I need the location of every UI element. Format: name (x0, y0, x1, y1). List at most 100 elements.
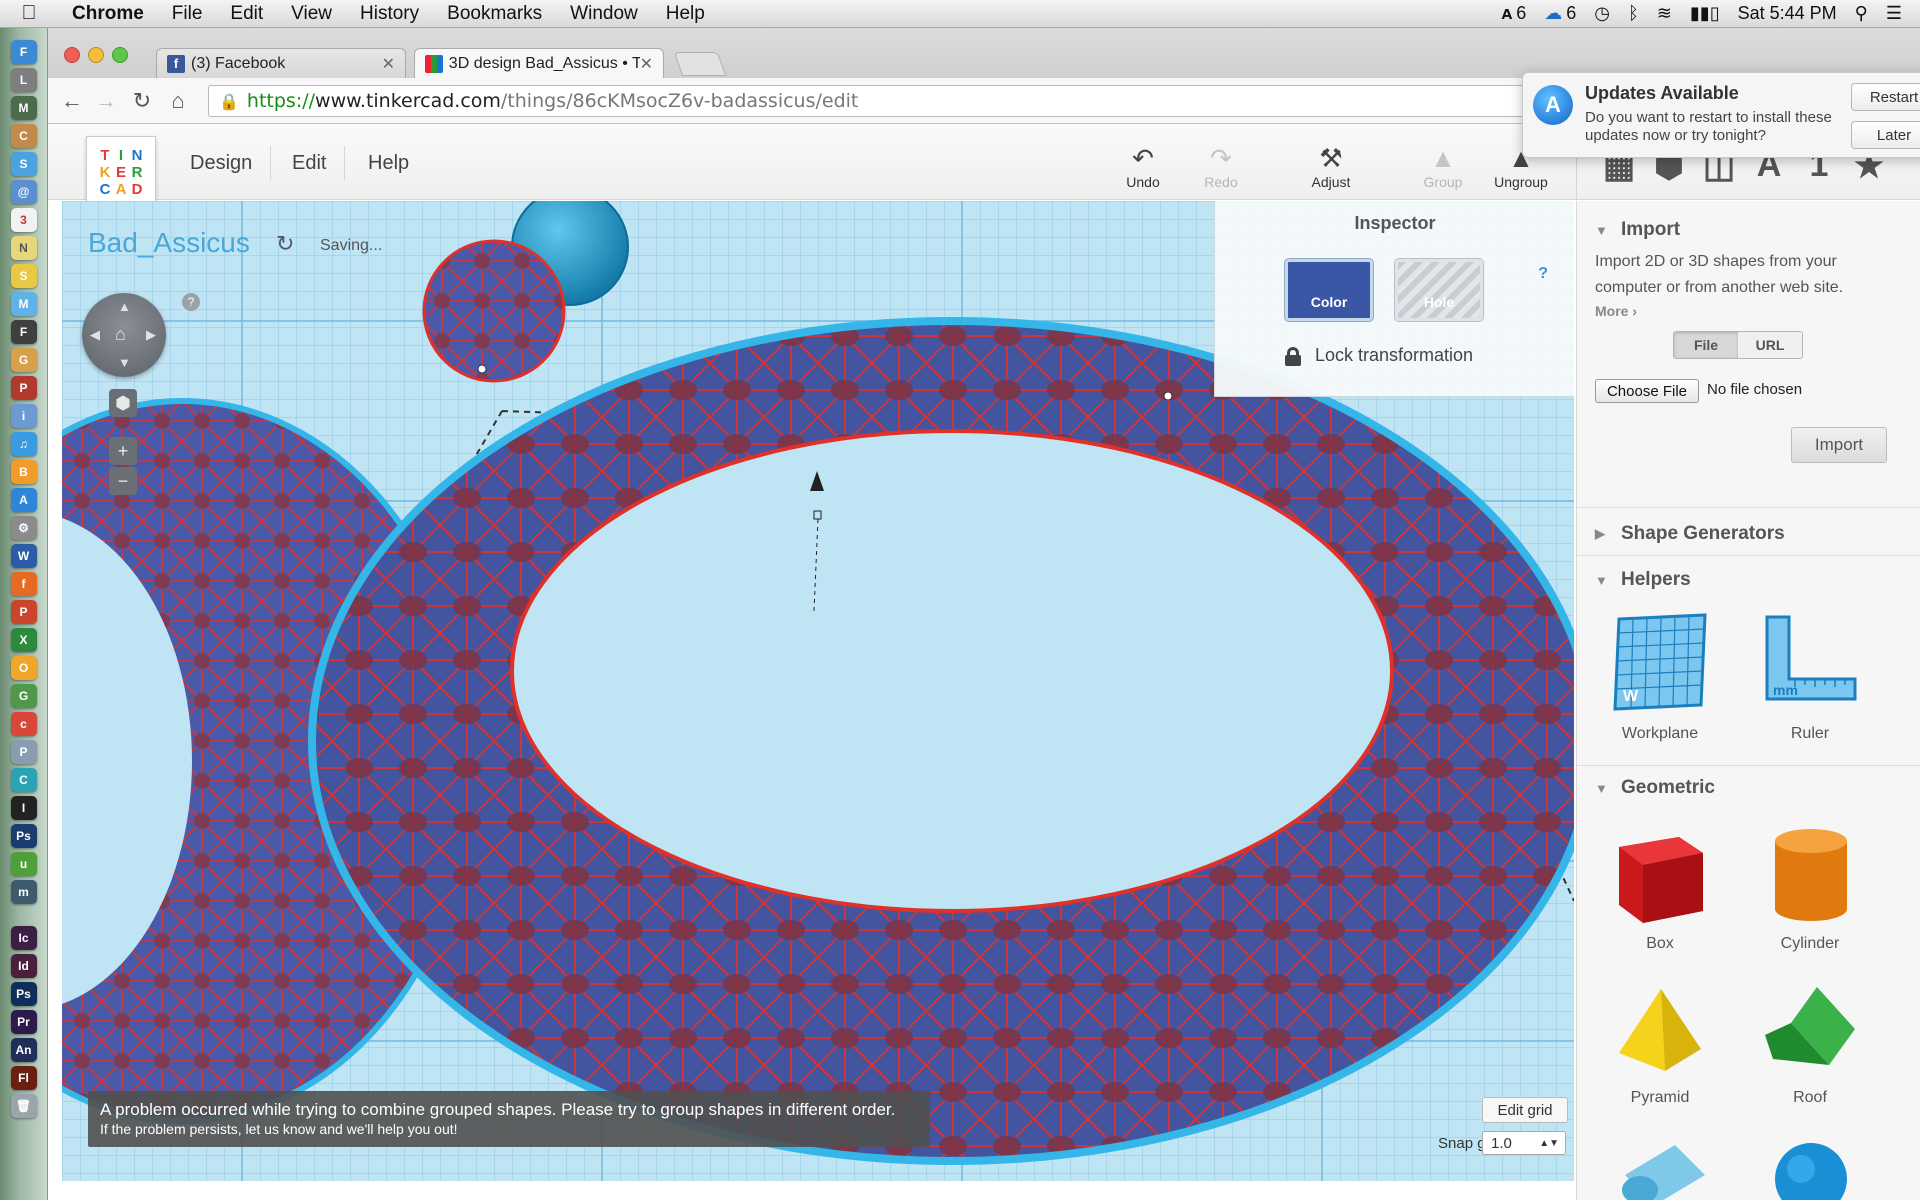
box-shape[interactable]: Box (1595, 819, 1725, 953)
close-tab-icon[interactable]: ✕ (640, 54, 653, 74)
activity-monitor-icon[interactable]: m (10, 880, 37, 904)
utorrent-icon[interactable]: u (10, 852, 37, 876)
orbit-right-icon[interactable]: ▶ (146, 327, 156, 343)
trash-icon[interactable]: 🗑 (10, 1094, 37, 1118)
close-window-button[interactable] (64, 47, 80, 63)
powerpoint-icon[interactable]: P (10, 600, 37, 624)
stickies-icon[interactable]: S (10, 264, 37, 288)
back-icon[interactable]: ← (58, 88, 86, 114)
time-machine-icon[interactable]: ◷ (1594, 3, 1610, 24)
pyramid-shape[interactable]: Pyramid (1595, 983, 1725, 1107)
orbit-left-icon[interactable]: ◀ (90, 327, 100, 343)
menu-edit-app[interactable]: Edit (274, 146, 346, 180)
import-button[interactable]: Import (1791, 427, 1887, 463)
tab-facebook[interactable]: f (3) Facebook ✕ (156, 48, 406, 78)
geometric-section-header[interactable]: ▼ Geometric (1595, 777, 1715, 799)
incopy-icon[interactable]: Ic (10, 926, 37, 950)
redo-button[interactable]: ↷ Redo (1186, 142, 1256, 190)
creative-cloud-status[interactable]: ☁ 6 (1544, 3, 1576, 24)
firefox-icon[interactable]: f (10, 572, 37, 596)
lock-transformation-toggle[interactable]: Lock transformation (1285, 345, 1473, 366)
iphoto-icon[interactable]: i (10, 404, 37, 428)
home-view-icon[interactable]: ⌂ (115, 324, 126, 345)
import-section-header[interactable]: ▼ Import (1595, 219, 1680, 241)
zoom-window-button[interactable] (112, 47, 128, 63)
menu-design[interactable]: Design (172, 146, 272, 180)
undo-button[interactable]: ↶ Undo (1108, 142, 1178, 190)
url-toggle-button[interactable]: URL (1738, 332, 1802, 358)
photoshop-icon[interactable]: Ps (10, 824, 37, 848)
word-icon[interactable]: W (10, 544, 37, 568)
import-more-link[interactable]: More › (1595, 303, 1637, 319)
spotlight-search-icon[interactable]: ⚲ (1855, 3, 1868, 24)
edit-grid-button[interactable]: Edit grid (1482, 1097, 1568, 1123)
choose-file-button[interactable]: Choose File (1595, 379, 1699, 403)
messages-icon[interactable]: M (10, 292, 37, 316)
menu-bookmarks[interactable]: Bookmarks (433, 0, 556, 28)
color-swatch-button[interactable]: Color (1285, 259, 1373, 321)
orbit-down-icon[interactable]: ▼ (118, 355, 131, 370)
facetime-icon[interactable]: F (10, 320, 37, 344)
photoshop-cc-icon[interactable]: Ps (10, 982, 37, 1006)
address-bar[interactable]: 🔒 https://www.tinkercad.com/things/86cKM… (208, 85, 1548, 117)
round-roof-shape[interactable] (1595, 1135, 1725, 1200)
menu-window[interactable]: Window (556, 0, 652, 28)
zoom-out-button[interactable]: − (109, 467, 137, 495)
adobe-status[interactable]: ᴀ6 (1502, 3, 1527, 24)
later-button[interactable]: Later (1851, 121, 1920, 149)
safari-icon[interactable]: S (10, 152, 37, 176)
indesign-icon[interactable]: Id (10, 954, 37, 978)
excel-icon[interactable]: X (10, 628, 37, 652)
cylinder-shape[interactable]: Cylinder (1745, 819, 1875, 953)
faceted-sphere-shape[interactable] (422, 239, 566, 383)
menu-edit[interactable]: Edit (216, 0, 277, 28)
animate-icon[interactable]: An (10, 1038, 37, 1062)
finder-icon[interactable]: F (10, 40, 37, 64)
view-help-icon[interactable]: ? (182, 293, 200, 311)
menu-view[interactable]: View (277, 0, 346, 28)
forward-icon[interactable]: → (92, 88, 120, 114)
launchpad-icon[interactable]: L (10, 68, 37, 92)
menu-history[interactable]: History (346, 0, 433, 28)
zoom-in-button[interactable]: + (109, 437, 137, 465)
sphere-shape[interactable] (1745, 1135, 1875, 1200)
outlook-icon[interactable]: O (10, 656, 37, 680)
snap-grid-select[interactable]: 1.0 ▲▼ (1482, 1131, 1566, 1155)
menu-file[interactable]: File (158, 0, 217, 28)
menu-help-app[interactable]: Help (350, 146, 427, 180)
tinkercad-logo[interactable]: T I N K E R C A D (86, 136, 156, 206)
adjust-button[interactable]: ⚒ Adjust (1296, 142, 1366, 190)
hole-swatch-button[interactable]: Hole (1395, 259, 1483, 321)
tab-tinkercad[interactable]: 3D design Bad_Assicus • T ✕ (414, 48, 664, 78)
ruler-helper[interactable]: mm Ruler (1745, 609, 1875, 743)
orbit-up-icon[interactable]: ▲ (118, 299, 131, 314)
contacts-icon[interactable]: C (10, 124, 37, 148)
photo-booth-icon[interactable]: P (10, 376, 37, 400)
chrome-icon[interactable]: c (10, 712, 37, 736)
itunes-icon[interactable]: ♫ (10, 432, 37, 456)
garageband-icon[interactable]: G (10, 348, 37, 372)
app-c-icon[interactable]: C (10, 768, 37, 792)
clock[interactable]: Sat 5:44 PM (1738, 3, 1837, 24)
system-preferences-icon[interactable]: ⚙ (10, 516, 37, 540)
notes-icon[interactable]: N (10, 236, 37, 260)
menu-app-name[interactable]: Chrome (58, 0, 158, 28)
close-tab-icon[interactable]: ✕ (382, 54, 395, 74)
notification-center-icon[interactable]: ☰ (1886, 3, 1902, 24)
shape-generators-section-header[interactable]: ▶ Shape Generators (1595, 523, 1785, 545)
mission-control-icon[interactable]: M (10, 96, 37, 120)
minimize-window-button[interactable] (88, 47, 104, 63)
google-drive-icon[interactable]: G (10, 684, 37, 708)
battery-icon[interactable]: ▮▮▯ (1690, 3, 1720, 24)
roof-shape[interactable]: Roof (1745, 983, 1875, 1107)
flash-icon[interactable]: Fl (10, 1066, 37, 1090)
mail-icon[interactable]: @ (10, 180, 37, 204)
wifi-icon[interactable]: ≋ (1657, 3, 1672, 24)
premiere-icon[interactable]: Pr (10, 1010, 37, 1034)
bluetooth-icon[interactable]: ᛒ (1628, 3, 1639, 24)
menu-help[interactable]: Help (652, 0, 719, 28)
helpers-section-header[interactable]: ▼ Helpers (1595, 569, 1691, 591)
restart-button[interactable]: Restart (1851, 83, 1920, 111)
preview-icon[interactable]: P (10, 740, 37, 764)
calendar-icon[interactable]: 3 (10, 208, 37, 232)
